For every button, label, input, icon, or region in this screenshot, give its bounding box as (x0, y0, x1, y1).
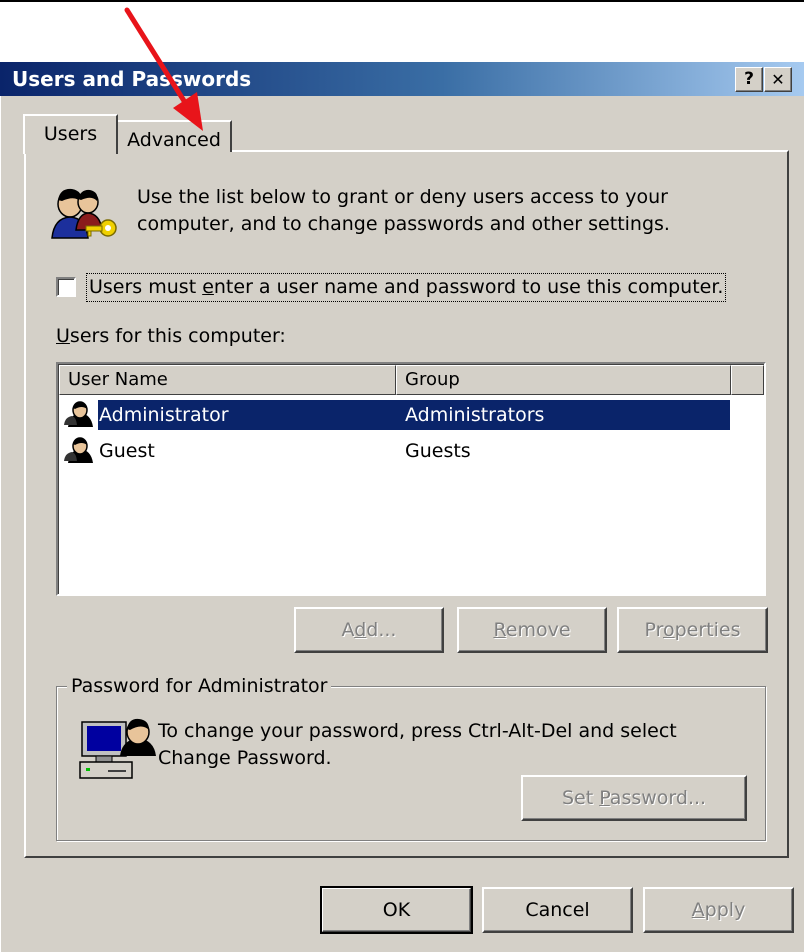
users-list-view[interactable] (56, 362, 766, 596)
apply-button-label-post: pply (704, 899, 746, 921)
set-password-label-post: assword... (609, 787, 707, 809)
column-header-filler (731, 365, 764, 395)
properties-button-label-pre: Pr (644, 619, 663, 641)
properties-button[interactable]: Properties (617, 607, 768, 653)
remove-button-label-post: emove (505, 619, 571, 641)
computer-user-icon (79, 718, 156, 779)
add-button-label-accel: d (354, 619, 367, 641)
close-button[interactable]: ✕ (764, 67, 792, 92)
require-login-checkbox[interactable] (56, 277, 76, 297)
require-login-label[interactable]: Users must enter a user name and passwor… (86, 273, 727, 302)
user-name-administrator: Administrator (99, 404, 229, 426)
users-list-label-accel: U (56, 325, 70, 347)
properties-button-label-accel: o (663, 619, 675, 641)
user-group-guest: Guests (405, 440, 471, 462)
add-button-label-post: d... (366, 619, 397, 641)
add-user-button[interactable]: Add... (294, 607, 444, 653)
apply-button[interactable]: Apply (643, 887, 794, 933)
intro-text-line2: computer, and to change passwords and ot… (137, 213, 670, 235)
cancel-button[interactable]: Cancel (482, 887, 633, 933)
require-login-label-pre: Users must (89, 276, 203, 298)
remove-button-label-accel: R (493, 619, 506, 641)
add-button-label-pre: A (341, 619, 355, 641)
apply-button-label-accel: A (691, 899, 705, 921)
remove-user-button[interactable]: Remove (457, 607, 607, 653)
intro-text-line1: Use the list below to grant or deny user… (137, 186, 668, 208)
tab-users-label: Users (43, 123, 98, 145)
help-button[interactable]: ? (735, 67, 763, 92)
password-info-line2: Change Password. (158, 747, 332, 769)
column-header-user-name[interactable]: User Name (59, 365, 396, 395)
require-login-label-accel: e (202, 276, 214, 298)
user-icon (64, 401, 93, 427)
properties-button-label-post: perties (674, 619, 741, 641)
ok-button[interactable]: OK (320, 886, 473, 934)
tab-advanced[interactable]: Advanced (116, 120, 232, 152)
tab-users[interactable]: Users (23, 114, 118, 154)
users-key-icon (51, 188, 117, 239)
set-password-label-accel: P (599, 787, 610, 809)
user-name-guest: Guest (99, 440, 155, 462)
users-list-label-rest: sers for this computer: (69, 325, 286, 347)
top-border-line (0, 0, 804, 2)
password-info-line1: To change your password, press Ctrl-Alt-… (158, 720, 677, 742)
users-list-label: Users for this computer: (56, 323, 286, 350)
column-header-group[interactable]: Group (396, 365, 731, 395)
require-login-label-post: nter a user name and password to use thi… (213, 276, 724, 298)
set-password-button[interactable]: Set Password... (521, 775, 747, 821)
user-group-administrator: Administrators (405, 404, 545, 426)
tab-advanced-label: Advanced (127, 129, 221, 151)
window-title: Users and Passwords (12, 67, 252, 91)
password-group-title: Password for Administrator (67, 673, 332, 700)
set-password-label-pre: Set (561, 787, 600, 809)
user-icon (64, 437, 93, 463)
